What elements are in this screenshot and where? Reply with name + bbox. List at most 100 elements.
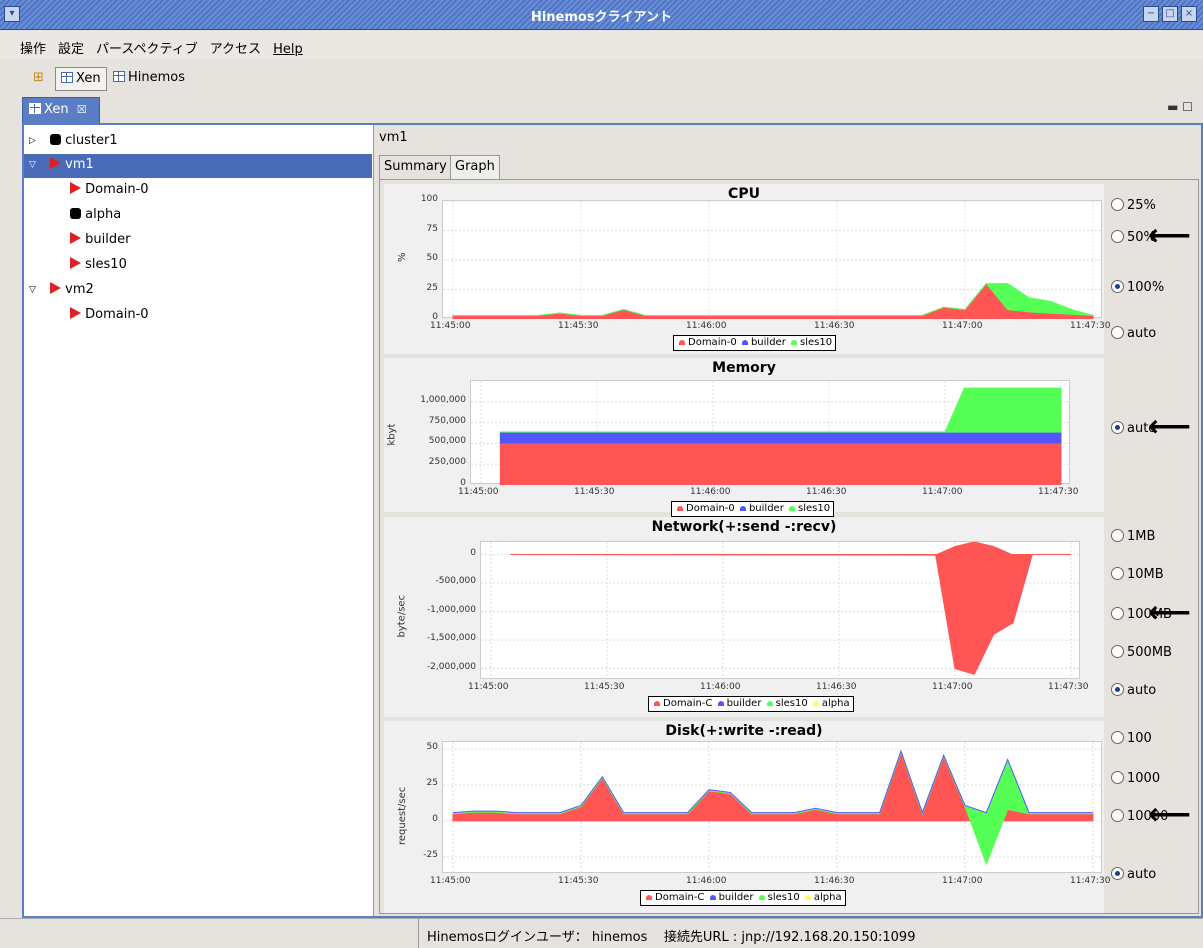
chart-network-send-recv-: Network(+:send -:recv) 11:45:00 11:45:30 11… (384, 517, 1104, 717)
status-bar: Hinemosログインユーザ： hinemos 接続先URL : jnp://1… (0, 918, 1203, 948)
scale-option-auto-radio[interactable]: auto (1111, 867, 1156, 882)
close-icon[interactable]: ☒ (77, 103, 87, 116)
y-tick-label: 25 (426, 282, 438, 293)
legend-item: Domain-C (655, 892, 708, 903)
legend-swatch (677, 506, 683, 511)
y-tick-label: 1,000,000 (420, 394, 466, 405)
area-sles10 (452, 750, 1093, 866)
close-button[interactable]: × (1181, 6, 1197, 22)
tab-summary[interactable]: Summary (379, 155, 452, 180)
chart-disk-write-read-: Disk(+:write -:read) 11:45:00 11:45:30 11:4… (384, 721, 1110, 913)
status-user-label: Hinemosログインユーザ： (427, 930, 588, 945)
y-tick-label: 0 (470, 547, 476, 558)
radio-label: auto (1127, 326, 1157, 341)
minimize-view-icon[interactable]: ▬ (1167, 100, 1178, 114)
open-perspective-icon: ⊞ (33, 70, 44, 85)
tree-item-alpha[interactable]: alpha (24, 204, 372, 228)
radio-circle (1111, 280, 1124, 293)
legend-item: sles10 (775, 698, 811, 709)
radio-circle (1111, 683, 1124, 696)
legend-swatch (646, 895, 652, 900)
scale-option-25--radio[interactable]: 25% (1111, 198, 1156, 213)
area-builder (499, 431, 1062, 444)
perspective-xen-button[interactable]: Xen (55, 67, 107, 91)
maximize-button[interactable]: □ (1162, 6, 1178, 22)
menu-help[interactable]: Help (267, 35, 309, 57)
y-tick-label: -1,500,000 (426, 633, 476, 644)
scale-option-1mb-radio[interactable]: 1MB (1111, 529, 1155, 544)
tree-item-sles10[interactable]: sles10 (24, 254, 372, 278)
legend-swatch (739, 506, 746, 511)
open-perspective-button[interactable]: ⊞ (28, 67, 49, 91)
annotation-arrow-icon: ⟵ (1148, 797, 1192, 832)
plot-svg (471, 381, 1071, 485)
scale-option-auto-radio[interactable]: auto (1111, 683, 1156, 698)
chart-title: Disk(+:write -:read) (665, 723, 823, 739)
y-tick-label: 0 (432, 813, 438, 824)
view-tab-label: Xen (44, 102, 69, 117)
tree-item-builder[interactable]: builder (24, 229, 372, 253)
radio-label: 100 (1127, 731, 1152, 746)
collapse-icon[interactable]: ▽ (29, 154, 36, 176)
x-tick-label: 11:46:30 (814, 876, 855, 886)
annotation-arrow-icon: ⟵ (1148, 409, 1192, 444)
area-domain-0-send (510, 542, 1071, 555)
view-tab-xen[interactable]: Xen ☒ (22, 97, 100, 123)
y-tick-label: 250,000 (428, 457, 466, 468)
chart-title: Network(+:send -:recv) (651, 519, 837, 535)
scale-option-auto-radio[interactable]: auto (1111, 326, 1156, 341)
window-titlebar[interactable]: ▾ Hinemosクライアント − □ × (0, 0, 1203, 30)
grid-icon (61, 72, 73, 83)
menu-perspective[interactable]: パースペクティブ (90, 31, 204, 57)
expand-icon[interactable]: ▷ (29, 130, 36, 152)
tree-item-cluster1[interactable]: ▷ cluster1 (24, 130, 372, 154)
y-axis-label: % (396, 252, 408, 262)
view-icon (29, 103, 41, 114)
y-tick-label: 100 (420, 194, 438, 204)
radio-circle (1111, 326, 1124, 339)
black-node-icon (50, 134, 61, 145)
tree-item-label: alpha (85, 207, 122, 222)
legend-swatch (741, 340, 748, 345)
scale-option-10mb-radio[interactable]: 10MB (1111, 567, 1164, 582)
radio-circle (1111, 771, 1124, 784)
tree-item-label: builder (85, 232, 131, 247)
radio-label: 500MB (1127, 645, 1172, 660)
plot-area (480, 541, 1081, 680)
tree-item-vm1[interactable]: ▽ vm1 (24, 154, 372, 178)
menu-access[interactable]: アクセス (204, 31, 267, 57)
chart-legend: Domain-0 builder sles10 (673, 335, 837, 351)
scale-option-100--radio[interactable]: 100% (1111, 280, 1164, 295)
red-arrow-icon (70, 182, 81, 194)
legend-swatch (791, 340, 797, 345)
tree-item-vm2-domain0[interactable]: Domain-0 (24, 304, 372, 328)
scale-option-100-radio[interactable]: 100 (1111, 731, 1152, 746)
menu-settings[interactable]: 設定 (52, 31, 90, 57)
tree-item-vm2[interactable]: ▽ vm2 (24, 279, 372, 303)
x-tick-label: 11:46:00 (686, 321, 727, 331)
x-tick-label: 11:47:00 (942, 321, 983, 331)
y-tick-label: 25 (426, 778, 438, 789)
x-tick-label: 11:47:00 (942, 876, 983, 886)
tree-item-domain0[interactable]: Domain-0 (24, 179, 372, 203)
x-tick-label: 11:45:00 (468, 682, 509, 692)
scale-option-1000-radio[interactable]: 1000 (1111, 771, 1160, 786)
tree-item-label: vm1 (65, 157, 94, 172)
tab-graph[interactable]: Graph (450, 155, 500, 180)
scale-option-500mb-radio[interactable]: 500MB (1111, 645, 1172, 660)
collapse-icon[interactable]: ▽ (29, 279, 36, 301)
y-tick-label: 50 (426, 253, 438, 263)
y-axis-label: request/sec (396, 786, 408, 845)
legend-item: sles10 (800, 337, 833, 348)
maximize-view-icon[interactable]: ☐ (1182, 100, 1193, 114)
host-tree[interactable]: ▷ cluster1 ▽ vm1 Domain-0 alpha builder … (24, 125, 374, 916)
minimize-button[interactable]: − (1143, 6, 1159, 22)
legend-item: alpha (821, 698, 850, 709)
x-tick-label: 11:47:00 (922, 487, 963, 497)
x-tick-label: 11:47:30 (1070, 876, 1111, 886)
grid-icon (113, 71, 125, 82)
perspective-hinemos-button[interactable]: Hinemos (108, 67, 190, 91)
menu-operation[interactable]: 操作 (0, 31, 52, 57)
radio-label: 1MB (1127, 529, 1156, 544)
x-tick-label: 11:46:00 (690, 487, 731, 497)
